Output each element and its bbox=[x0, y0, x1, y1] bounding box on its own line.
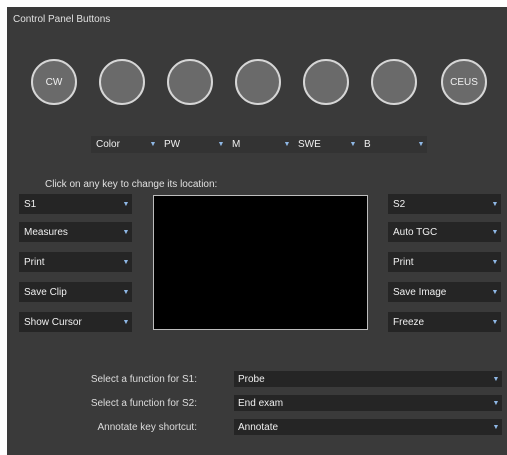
chevron-down-icon: ▼ bbox=[417, 141, 425, 148]
select-value: SWE bbox=[298, 139, 321, 150]
chevron-down-icon: ▼ bbox=[492, 375, 500, 383]
chevron-down-icon: ▼ bbox=[491, 288, 499, 296]
select-value: Color bbox=[96, 139, 120, 150]
chevron-down-icon: ▼ bbox=[122, 288, 130, 296]
select-value: Print bbox=[393, 256, 414, 268]
function-label-s2: Select a function for S2: bbox=[90, 398, 197, 409]
chevron-down-icon: ▼ bbox=[149, 141, 157, 148]
left-key-select-5[interactable]: Show Cursor ▼ bbox=[19, 312, 132, 332]
chevron-down-icon: ▼ bbox=[122, 258, 130, 266]
select-value: Annotate bbox=[238, 421, 279, 433]
chevron-down-icon: ▼ bbox=[491, 200, 499, 208]
knob-7[interactable]: CEUS bbox=[441, 59, 487, 105]
select-value: Print bbox=[24, 256, 45, 268]
chevron-down-icon: ▼ bbox=[491, 228, 499, 236]
knob-3[interactable] bbox=[167, 59, 213, 105]
left-key-select-1[interactable]: S1 ▼ bbox=[19, 194, 132, 214]
chevron-down-icon: ▼ bbox=[283, 141, 291, 148]
right-key-select-5[interactable]: Freeze ▼ bbox=[388, 312, 501, 332]
select-value: PW bbox=[164, 139, 181, 150]
mode-select-b[interactable]: B ▼ bbox=[359, 136, 427, 153]
select-value: S1 bbox=[24, 198, 37, 210]
knob-label: CW bbox=[45, 76, 63, 88]
mode-select-pw[interactable]: PW ▼ bbox=[159, 136, 227, 153]
function-label-annotate: Annotate key shortcut: bbox=[97, 422, 197, 433]
function-select-s2[interactable]: End exam ▼ bbox=[234, 395, 502, 411]
knob-4[interactable] bbox=[235, 59, 281, 105]
select-value: Save Clip bbox=[24, 286, 67, 298]
right-key-select-3[interactable]: Print ▼ bbox=[388, 252, 501, 272]
mode-select-swe[interactable]: SWE ▼ bbox=[293, 136, 359, 153]
mode-select-color[interactable]: Color ▼ bbox=[91, 136, 159, 153]
knob-2[interactable] bbox=[99, 59, 145, 105]
select-value: S2 bbox=[393, 198, 406, 210]
layout-preview-screen bbox=[153, 195, 368, 330]
chevron-down-icon: ▼ bbox=[491, 258, 499, 266]
select-value: Measures bbox=[24, 226, 68, 238]
knob-label: CEUS bbox=[450, 76, 478, 88]
select-value: B bbox=[364, 139, 371, 150]
right-key-select-2[interactable]: Auto TGC ▼ bbox=[388, 222, 501, 242]
left-key-select-4[interactable]: Save Clip ▼ bbox=[19, 282, 132, 302]
control-panel: Control Panel Buttons CW CEUS Color ▼ PW… bbox=[7, 7, 507, 455]
function-select-s1[interactable]: Probe ▼ bbox=[234, 371, 502, 387]
knob-6[interactable] bbox=[371, 59, 417, 105]
select-value: Freeze bbox=[393, 316, 425, 328]
chevron-down-icon: ▼ bbox=[491, 318, 499, 326]
function-select-annotate[interactable]: Annotate ▼ bbox=[234, 419, 502, 435]
left-key-select-2[interactable]: Measures ▼ bbox=[19, 222, 132, 242]
chevron-down-icon: ▼ bbox=[349, 141, 357, 148]
knob-5[interactable] bbox=[303, 59, 349, 105]
function-label-s1: Select a function for S1: bbox=[90, 374, 197, 385]
left-key-select-3[interactable]: Print ▼ bbox=[19, 252, 132, 272]
instructions-text: Click on any key to change its location: bbox=[45, 179, 218, 190]
chevron-down-icon: ▼ bbox=[122, 318, 130, 326]
knob-1[interactable]: CW bbox=[31, 59, 77, 105]
select-value: End exam bbox=[238, 397, 284, 409]
right-key-select-1[interactable]: S2 ▼ bbox=[388, 194, 501, 214]
chevron-down-icon: ▼ bbox=[492, 399, 500, 407]
chevron-down-icon: ▼ bbox=[492, 423, 500, 431]
mode-select-m[interactable]: M ▼ bbox=[227, 136, 293, 153]
select-value: Save Image bbox=[393, 286, 447, 298]
chevron-down-icon: ▼ bbox=[122, 200, 130, 208]
select-value: M bbox=[232, 139, 241, 150]
select-value: Show Cursor bbox=[24, 316, 82, 328]
chevron-down-icon: ▼ bbox=[217, 141, 225, 148]
select-value: Auto TGC bbox=[393, 226, 438, 238]
select-value: Probe bbox=[238, 373, 265, 385]
chevron-down-icon: ▼ bbox=[122, 228, 130, 236]
panel-title: Control Panel Buttons bbox=[13, 14, 111, 25]
right-key-select-4[interactable]: Save Image ▼ bbox=[388, 282, 501, 302]
